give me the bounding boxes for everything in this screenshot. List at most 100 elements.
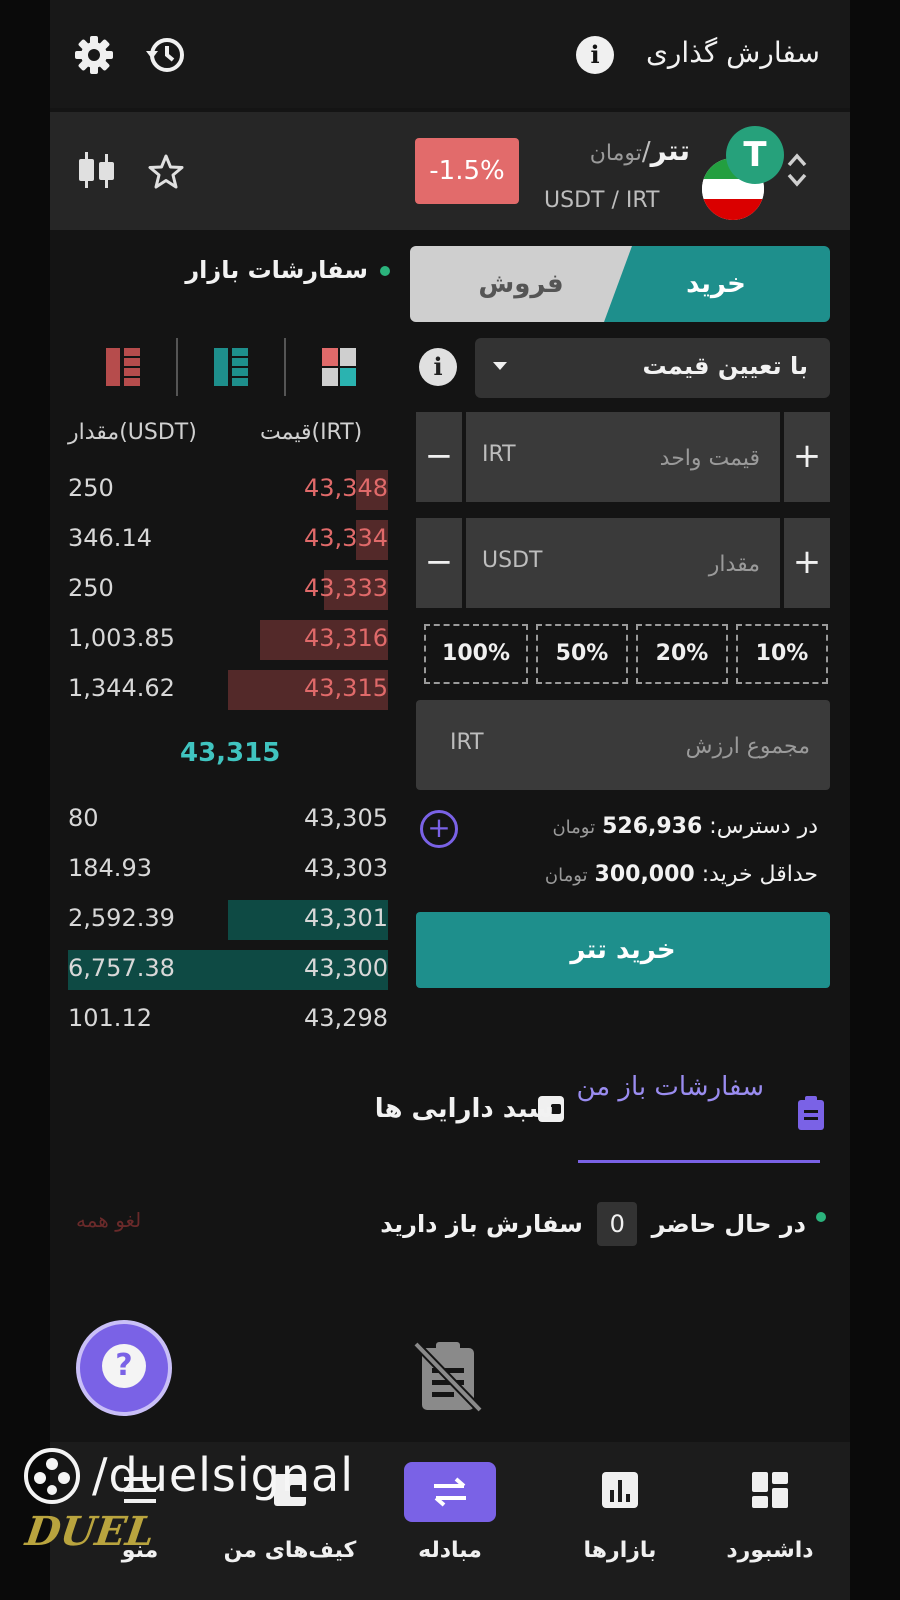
book-view-bids-icon[interactable] (214, 348, 248, 386)
chart-icon (598, 1468, 642, 1512)
buy-usdt-button[interactable]: خرید تتر (416, 912, 830, 988)
ask-order-row[interactable]: 346.14 43,334 (68, 516, 388, 562)
total-value-input[interactable]: مجموع ارزش IRT (416, 700, 830, 790)
price-decrease-button[interactable]: − (416, 412, 462, 502)
sort-icon[interactable] (784, 148, 810, 192)
watermark-handle: /duelsignal (92, 1448, 355, 1502)
bid-order-row[interactable]: 101.12 43,298 (68, 996, 388, 1042)
order-price: 43,316 (304, 624, 388, 652)
order-amount: 1,003.85 (68, 624, 175, 652)
percent-10-button[interactable]: 10% (736, 624, 828, 684)
left-backdrop (0, 0, 50, 1600)
order-type-info-icon[interactable]: i (419, 348, 457, 386)
order-price: 43,305 (304, 804, 388, 832)
pair-name: تتر/تومان (590, 134, 690, 167)
dashboard-icon (748, 1468, 792, 1512)
order-type-select[interactable]: با تعیین قیمت (475, 338, 830, 398)
amount-increase-button[interactable]: + (784, 518, 830, 608)
order-book-title: سفارشات بازار (185, 256, 368, 284)
order-amount: 346.14 (68, 524, 152, 552)
book-view-both-icon[interactable] (322, 348, 356, 386)
order-amount: 6,757.38 (68, 954, 175, 982)
order-price: 43,315 (304, 674, 388, 702)
order-amount: 250 (68, 574, 114, 602)
open-orders-count: 0 (597, 1202, 638, 1246)
available-value: 526,936 (602, 814, 703, 839)
book-view-divider (284, 338, 286, 396)
live-dot (380, 266, 390, 276)
bid-order-row[interactable]: 80 43,305 (68, 796, 388, 842)
price-column-header: قیمت(IRT) (260, 420, 363, 445)
amount-column-header: مقدار(USDT) (68, 420, 197, 445)
app-screen: سفارش گذاری i T تتر/تومان USDT / IRT -1.… (50, 0, 850, 1600)
unit-price-currency: IRT (482, 442, 516, 467)
order-price: 43,334 (304, 524, 388, 552)
ask-order-row[interactable]: 1,344.62 43,315 (68, 666, 388, 712)
order-amount: 184.93 (68, 854, 152, 882)
status-before: در حال حاضر (651, 1210, 806, 1238)
order-amount: 250 (68, 474, 114, 502)
tab-buy[interactable]: خرید (602, 246, 830, 322)
order-price: 43,301 (304, 904, 388, 932)
tab-portfolio[interactable]: سبد دارایی ها (375, 1094, 554, 1124)
gear-icon[interactable] (72, 33, 116, 77)
tab-my-open-orders[interactable]: سفارشات باز من (554, 1062, 764, 1112)
chevron-down-icon (493, 362, 507, 370)
available-label: در دسترس: (709, 814, 818, 839)
total-value-placeholder: مجموع ارزش (685, 734, 810, 759)
nav-dashboard[interactable]: داشبورد (700, 1442, 840, 1600)
amount-input[interactable]: مقدار USDT (466, 518, 780, 608)
order-price: 43,348 (304, 474, 388, 502)
ask-order-row[interactable]: 1,003.85 43,316 (68, 616, 388, 662)
nav-dashboard-label: داشبورد (726, 1538, 814, 1563)
cancel-all-button[interactable]: لغو همه (76, 1208, 141, 1232)
bid-order-row[interactable]: 184.93 43,303 (68, 846, 388, 892)
right-backdrop (850, 0, 900, 1600)
star-icon[interactable] (146, 152, 186, 192)
watermark-logo: DUEL (22, 1508, 158, 1555)
help-button[interactable]: ? (76, 1320, 172, 1416)
ask-order-row[interactable]: 250 43,348 (68, 466, 388, 512)
minimum-buy-label: حداقل خرید: (701, 862, 818, 887)
pair-symbol: USDT / IRT (544, 188, 660, 213)
pair-base-name: تتر (650, 134, 690, 167)
price-change-badge: -1.5% (415, 138, 519, 204)
nav-exchange-label: مبادله (418, 1538, 482, 1563)
available-balance: در دسترس: 526,936 تومان (552, 814, 818, 839)
tether-icon: T (726, 126, 784, 184)
order-amount: 2,592.39 (68, 904, 175, 932)
ask-order-row[interactable]: 250 43,333 (68, 566, 388, 612)
book-view-divider (176, 338, 178, 396)
nav-markets-label: بازارها (583, 1538, 657, 1563)
amount-placeholder: مقدار (708, 552, 760, 577)
order-price: 43,300 (304, 954, 388, 982)
order-amount: 80 (68, 804, 99, 832)
book-view-asks-icon[interactable] (106, 348, 140, 386)
market-pair-bar[interactable]: T تتر/تومان USDT / IRT -1.5% (50, 112, 850, 230)
minimum-buy-unit: تومان (544, 865, 588, 886)
deposit-add-icon[interactable]: + (420, 810, 458, 848)
order-amount: 101.12 (68, 1004, 152, 1032)
pair-quote-name: تومان (589, 141, 642, 166)
nav-exchange[interactable]: مبادله (380, 1442, 520, 1600)
nav-markets[interactable]: بازارها (550, 1442, 690, 1600)
minimum-buy: حداقل خرید: 300,000 تومان (545, 862, 818, 887)
info-icon[interactable]: i (576, 36, 614, 74)
bid-order-row[interactable]: 2,592.39 43,301 (68, 896, 388, 942)
bid-order-row[interactable]: 6,757.38 43,300 (68, 946, 388, 992)
price-increase-button[interactable]: + (784, 412, 830, 502)
empty-orders-icon (412, 1338, 484, 1414)
last-price: 43,315 (180, 738, 281, 768)
open-orders-status: در حال حاضر 0 سفارش باز دارید (380, 1202, 806, 1246)
available-unit: تومان (552, 817, 596, 838)
percent-50-button[interactable]: 50% (536, 624, 628, 684)
amount-decrease-button[interactable]: − (416, 518, 462, 608)
order-price: 43,333 (304, 574, 388, 602)
percent-20-button[interactable]: 20% (636, 624, 728, 684)
tab-sell[interactable]: فروش (410, 246, 632, 322)
percent-100-button[interactable]: 100% (424, 624, 528, 684)
candles-icon[interactable] (74, 148, 118, 192)
total-value-currency: IRT (450, 730, 484, 755)
unit-price-input[interactable]: قیمت واحد IRT (466, 412, 780, 502)
history-icon[interactable] (143, 33, 187, 77)
